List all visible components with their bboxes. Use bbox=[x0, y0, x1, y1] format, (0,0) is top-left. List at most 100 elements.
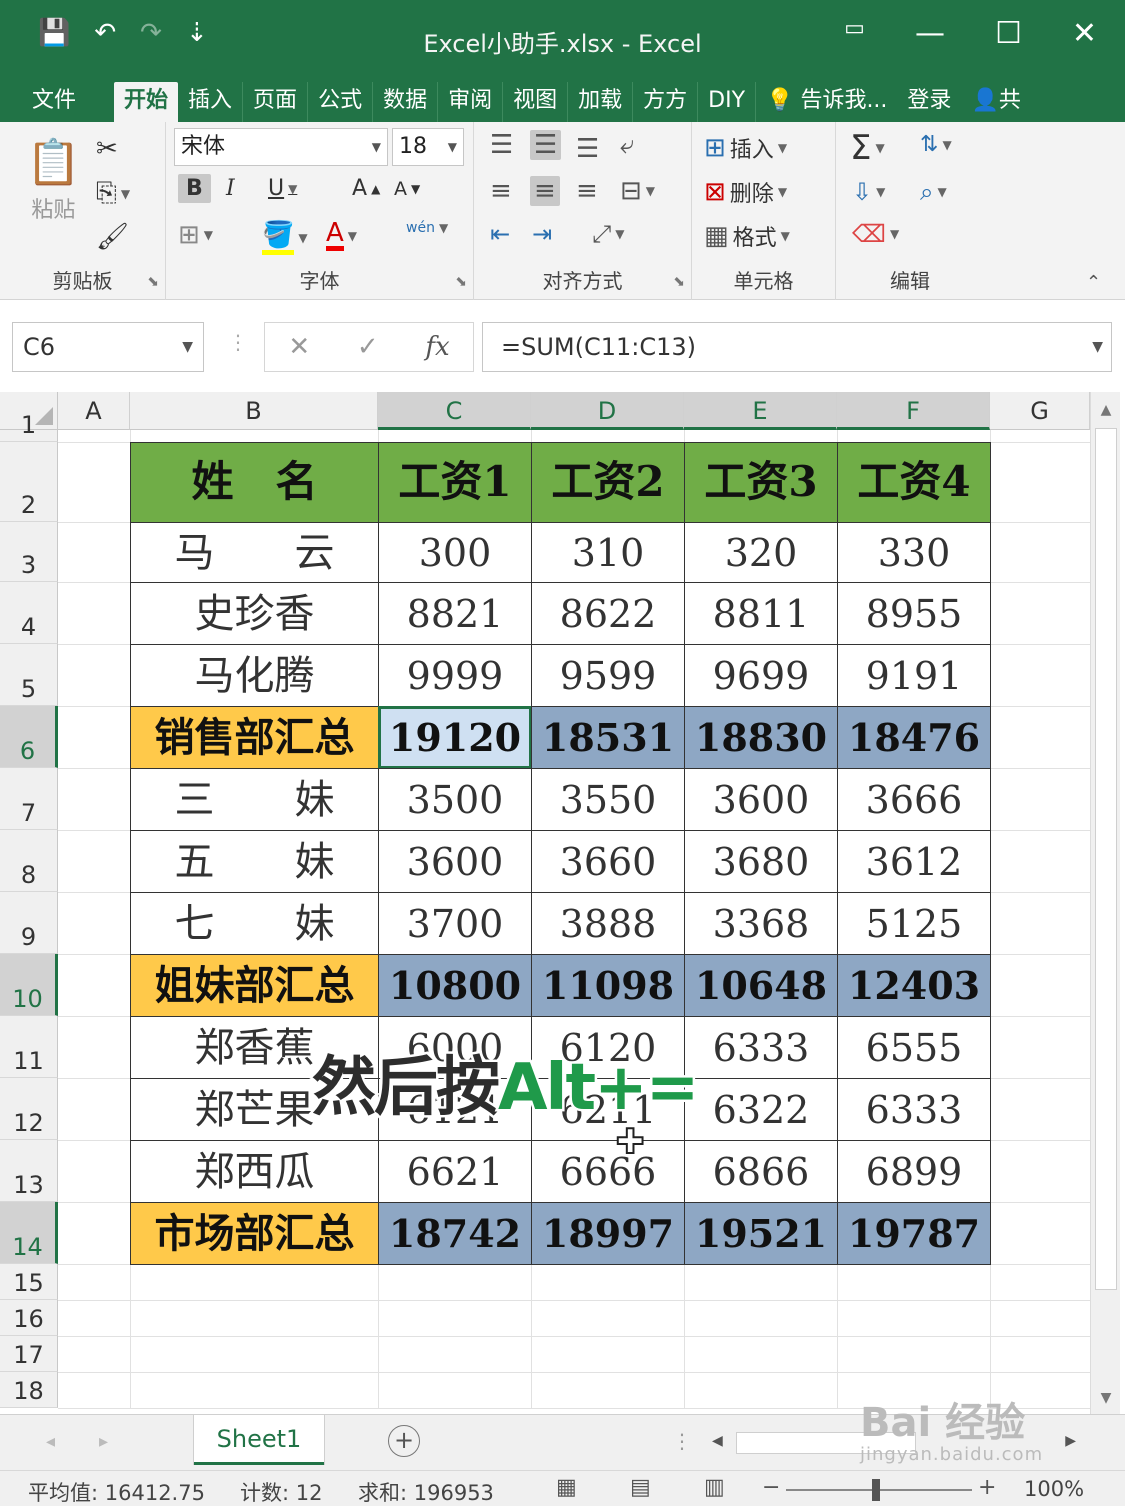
value-cell[interactable]: 3888 bbox=[531, 892, 685, 955]
fill-color-button[interactable]: 🪣 ▼ bbox=[262, 220, 308, 255]
tab-formulas[interactable]: 公式 bbox=[308, 82, 374, 122]
scroll-down-icon[interactable]: ▼ bbox=[1091, 1390, 1121, 1406]
name-box[interactable]: C6 ▼ bbox=[12, 322, 204, 372]
value-cell[interactable]: 3368 bbox=[684, 892, 838, 955]
cancel-icon[interactable]: ✕ bbox=[288, 332, 310, 362]
tab-review[interactable]: 审阅 bbox=[438, 82, 504, 122]
zoom-level[interactable]: 100% bbox=[1024, 1477, 1084, 1501]
expand-formula-icon[interactable]: ▼ bbox=[1092, 323, 1103, 371]
formula-input[interactable]: =SUM(C11:C13) ▼ bbox=[482, 322, 1112, 372]
decrease-indent-icon[interactable]: ⇤ bbox=[490, 220, 510, 248]
value-cell[interactable]: 3612 bbox=[837, 830, 991, 893]
column-header-f[interactable]: F bbox=[837, 392, 990, 430]
tab-split-handle-icon[interactable]: ⋮ bbox=[672, 1429, 692, 1453]
normal-view-icon[interactable]: ▦ bbox=[556, 1475, 577, 1500]
find-select-button[interactable]: ⌕ ▼ bbox=[920, 178, 947, 206]
paste-button[interactable]: 📋 粘贴 bbox=[26, 136, 81, 224]
italic-button[interactable]: I bbox=[226, 176, 235, 201]
subtotal-label-cell[interactable]: 姐妹部汇总 bbox=[130, 954, 379, 1017]
add-sheet-icon[interactable]: + bbox=[388, 1425, 420, 1457]
subtotal-value-cell[interactable]: 18997 bbox=[531, 1202, 685, 1265]
share-button[interactable]: 👤共 bbox=[961, 82, 1030, 122]
underline-button[interactable]: U ▼ bbox=[268, 176, 297, 201]
row-header-8[interactable]: 8 bbox=[0, 830, 58, 892]
fill-button[interactable]: ⇩ ▼ bbox=[852, 178, 885, 206]
subtotal-label-cell[interactable]: 市场部汇总 bbox=[130, 1202, 379, 1265]
value-cell[interactable]: 9191 bbox=[837, 644, 991, 707]
name-cell[interactable]: 五 妹 bbox=[130, 830, 379, 893]
resize-handle-icon[interactable]: ⋮ bbox=[228, 330, 248, 354]
name-cell[interactable]: 三 妹 bbox=[130, 768, 379, 831]
tab-diy[interactable]: DIY bbox=[698, 82, 757, 122]
column-header-d[interactable]: D bbox=[531, 392, 684, 430]
page-break-view-icon[interactable]: ▥ bbox=[704, 1475, 725, 1500]
value-cell[interactable]: 8811 bbox=[684, 582, 838, 645]
value-cell[interactable]: 6866 bbox=[684, 1140, 838, 1203]
insert-function-icon[interactable]: fx bbox=[425, 332, 449, 362]
column-header-e[interactable]: E bbox=[684, 392, 837, 430]
format-cells-button[interactable]: ▦ 格式 ▼ bbox=[704, 220, 790, 252]
vertical-scrollbar[interactable]: ▲ ▼ bbox=[1090, 392, 1120, 1414]
autosum-button[interactable]: Σ ▼ bbox=[850, 128, 885, 168]
column-header-b[interactable]: B bbox=[130, 392, 378, 430]
value-cell[interactable]: 5125 bbox=[837, 892, 991, 955]
row-header-18[interactable]: 18 bbox=[0, 1372, 58, 1408]
row-header-1[interactable]: 1 bbox=[0, 411, 58, 442]
name-cell[interactable]: 马化腾 bbox=[130, 644, 379, 707]
row-header-16[interactable]: 16 bbox=[0, 1300, 58, 1336]
next-sheet-icon[interactable]: ▸ bbox=[99, 1431, 108, 1452]
subtotal-value-cell[interactable]: 11098 bbox=[531, 954, 685, 1017]
scroll-up-icon[interactable]: ▲ bbox=[1091, 402, 1121, 418]
value-cell[interactable]: 6333 bbox=[837, 1078, 991, 1141]
table-header-cell[interactable]: 工资3 bbox=[684, 442, 838, 523]
subtotal-label-cell[interactable]: 销售部汇总 bbox=[130, 706, 379, 769]
merge-center-button[interactable]: ⊟ ▼ bbox=[620, 176, 655, 206]
cut-button[interactable]: ✂ bbox=[96, 134, 118, 164]
value-cell[interactable]: 320 bbox=[684, 522, 838, 583]
insert-cells-button[interactable]: ⊞ 插入 ▼ bbox=[704, 132, 787, 164]
table-header-cell[interactable]: 工资1 bbox=[378, 442, 532, 523]
subtotal-value-cell[interactable]: 19521 bbox=[684, 1202, 838, 1265]
row-header-2[interactable]: 2 bbox=[0, 442, 58, 522]
subtotal-value-cell[interactable]: 10648 bbox=[684, 954, 838, 1017]
tab-data[interactable]: 数据 bbox=[373, 82, 439, 122]
shrink-font-button[interactable]: A ▼ bbox=[394, 178, 420, 200]
table-header-cell[interactable]: 工资2 bbox=[531, 442, 685, 523]
name-cell[interactable]: 史珍香 bbox=[130, 582, 379, 645]
value-cell[interactable]: 6322 bbox=[684, 1078, 838, 1141]
subtotal-value-cell[interactable]: 18830 bbox=[684, 706, 838, 769]
copy-button[interactable]: ⎘ ▼ bbox=[96, 178, 130, 209]
clipboard-launcher-icon[interactable]: ⬊ bbox=[147, 274, 159, 290]
value-cell[interactable]: 8622 bbox=[531, 582, 685, 645]
scroll-left-icon[interactable]: ◀ bbox=[712, 1433, 723, 1449]
subtotal-value-cell[interactable]: 18531 bbox=[531, 706, 685, 769]
prev-sheet-icon[interactable]: ◂ bbox=[46, 1431, 55, 1452]
tell-me-search[interactable]: 💡 告诉我... bbox=[756, 82, 897, 122]
format-painter-button[interactable]: 🖌 bbox=[96, 222, 129, 252]
zoom-slider-knob[interactable] bbox=[872, 1479, 880, 1501]
close-icon[interactable]: ✕ bbox=[1072, 16, 1097, 51]
sign-in-link[interactable]: 登录 bbox=[897, 82, 961, 122]
value-cell[interactable]: 3550 bbox=[531, 768, 685, 831]
row-header-12[interactable]: 12 bbox=[0, 1078, 58, 1140]
align-bottom-icon[interactable]: ☰ bbox=[576, 134, 599, 164]
maximize-icon[interactable]: ☐ bbox=[995, 16, 1022, 51]
row-header-4[interactable]: 4 bbox=[0, 582, 58, 644]
row-header-17[interactable]: 17 bbox=[0, 1336, 58, 1372]
subtotal-value-cell[interactable]: 12403 bbox=[837, 954, 991, 1017]
table-header-cell[interactable]: 工资4 bbox=[837, 442, 991, 523]
row-header-13[interactable]: 13 bbox=[0, 1140, 58, 1202]
page-layout-view-icon[interactable]: ▤ bbox=[630, 1475, 651, 1500]
collapse-ribbon-icon[interactable]: ⌃ bbox=[1086, 272, 1101, 293]
value-cell[interactable]: 3600 bbox=[684, 768, 838, 831]
row-header-10[interactable]: 10 bbox=[0, 954, 58, 1016]
tab-page-layout[interactable]: 页面 bbox=[243, 82, 309, 122]
value-cell[interactable]: 300 bbox=[378, 522, 532, 583]
column-header-g[interactable]: G bbox=[990, 392, 1090, 430]
align-middle-icon[interactable]: ☰ bbox=[530, 130, 562, 160]
align-center-icon[interactable]: ≡ bbox=[530, 176, 560, 206]
font-size-combo[interactable]: 18 ▼ bbox=[392, 128, 464, 166]
align-right-icon[interactable]: ≡ bbox=[576, 176, 598, 206]
value-cell[interactable]: 6333 bbox=[684, 1016, 838, 1079]
value-cell[interactable]: 6555 bbox=[837, 1016, 991, 1079]
